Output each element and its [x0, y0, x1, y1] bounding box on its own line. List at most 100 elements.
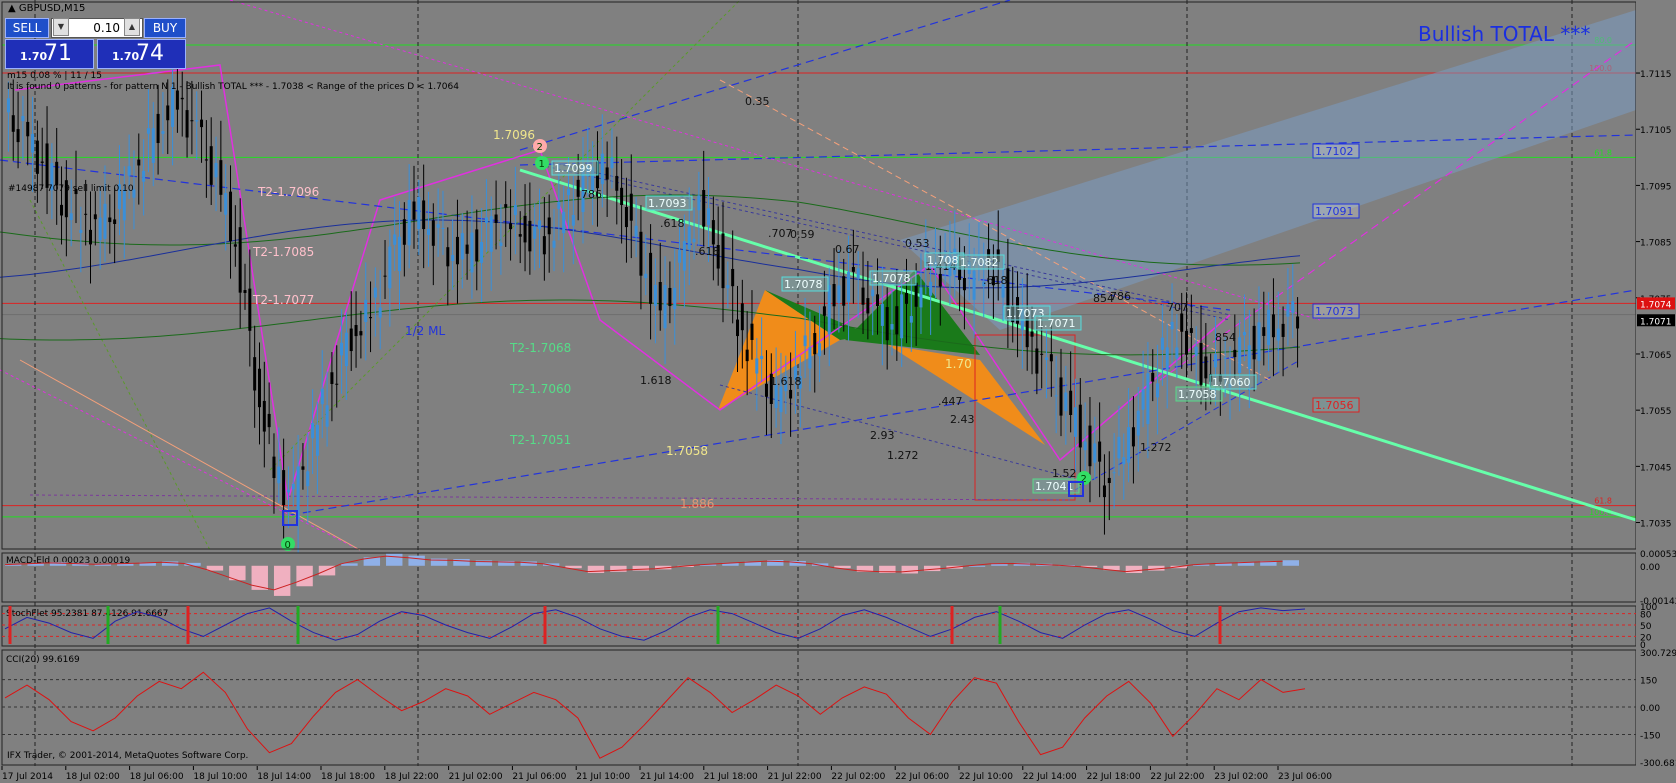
candle-body: [151, 128, 155, 163]
current-price-label: 1.7071: [1640, 317, 1672, 327]
lot-increase-arrow-icon[interactable]: ▲: [124, 18, 140, 36]
stoch-tick-label: 50: [1640, 622, 1652, 632]
copyright-text: IFX Trader, © 2001-2014, MetaQuotes Soft…: [7, 751, 249, 761]
pivot-marker-label: 1: [539, 159, 545, 170]
pattern-annotation: 786: [581, 188, 602, 201]
candle-body: [1242, 331, 1246, 336]
symbol-title: ▲ GBPUSD,M15: [8, 3, 86, 14]
candle-body: [649, 252, 653, 304]
price-tick-label: 1.7085: [1640, 239, 1672, 249]
candle-body: [1146, 373, 1150, 425]
candle-body: [1267, 309, 1271, 346]
candle-body: [1252, 325, 1256, 360]
candle-body: [750, 323, 754, 340]
candle-body: [644, 273, 648, 279]
time-tick-label: 23 Jul 02:00: [1214, 772, 1268, 782]
candle-body: [533, 226, 537, 239]
candle-body: [707, 208, 711, 225]
pattern-annotation: 0.59: [790, 228, 815, 241]
candle-body: [687, 226, 691, 250]
candle-body: [697, 195, 701, 211]
price-tick-label: 1.7115: [1640, 70, 1672, 80]
price-tick-label: 1.7035: [1640, 520, 1672, 530]
candle-body: [842, 276, 846, 306]
candle-body: [1223, 357, 1227, 359]
candle-body: [1112, 472, 1116, 474]
candle-body: [1233, 349, 1237, 358]
sell-price-box[interactable]: 1.70 71: [5, 39, 94, 69]
cci-tick-label: 300.7294: [1640, 649, 1676, 659]
sell-button[interactable]: SELL: [5, 18, 49, 38]
candle-body: [1045, 357, 1049, 360]
candle-body: [489, 216, 493, 252]
macd-bar: [408, 555, 425, 566]
candle-body: [1117, 436, 1121, 459]
price-tick-label: 1.7095: [1640, 182, 1672, 192]
pattern-annotation: 2.93: [870, 429, 895, 442]
candle-body: [171, 87, 175, 127]
pattern-annotation: 1.272: [1140, 441, 1172, 454]
time-tick-label: 21 Jul 02:00: [449, 772, 503, 782]
candle-body: [571, 215, 575, 226]
candle-body: [832, 283, 836, 307]
candle-body: [417, 196, 421, 229]
stoch-tick-label: 80: [1640, 611, 1652, 621]
candle-body: [653, 284, 657, 306]
macd-bar: [251, 565, 268, 590]
candle-body: [229, 191, 233, 242]
candle-body: [460, 233, 464, 260]
candle-body: [1238, 337, 1242, 374]
candle-body: [262, 400, 266, 432]
candle-body: [1030, 331, 1034, 337]
candle-body: [1073, 407, 1077, 437]
boxed-price-label: 1.7078: [872, 272, 911, 285]
candle-body: [1291, 301, 1295, 313]
candle-body: [69, 213, 73, 221]
candle-body: [1271, 314, 1275, 338]
candle-body: [774, 384, 778, 409]
candle-body: [499, 242, 503, 246]
candle-body: [248, 288, 252, 331]
buy-button[interactable]: BUY: [144, 18, 186, 38]
candle-body: [282, 470, 286, 506]
candle-body: [938, 273, 942, 287]
price-tick-label: 1.7065: [1640, 351, 1672, 361]
candle-body: [919, 287, 923, 308]
pattern-annotation: 0.53: [905, 237, 930, 250]
candle-body: [847, 271, 851, 302]
buy-price-box[interactable]: 1.70 74: [97, 39, 186, 69]
time-tick-label: 18 Jul 02:00: [66, 772, 120, 782]
candle-body: [880, 303, 884, 326]
candle-body: [702, 190, 706, 227]
cci-tick-label: 150: [1640, 677, 1657, 687]
candle-body: [137, 159, 141, 166]
candle-body: [238, 227, 242, 293]
candle-body: [373, 287, 377, 298]
candle-body: [475, 229, 479, 262]
macd-bar: [296, 565, 313, 587]
chart-area[interactable]: 80.0100.061.861.8100.0 1.7096T2-1.7096T2…: [0, 0, 1676, 783]
candle-body: [538, 220, 542, 229]
pattern-annotation: T2-1.7060: [509, 382, 571, 396]
candle-body: [1064, 392, 1068, 412]
candle-body: [233, 244, 237, 247]
candle-body: [895, 306, 899, 335]
pattern-annotation: 707: [1167, 301, 1188, 314]
price-tick-label: 1.7055: [1640, 407, 1672, 417]
pattern-annotation: .618: [660, 217, 685, 230]
candle-body: [484, 217, 488, 223]
candle-body: [1194, 346, 1198, 356]
candle-body: [55, 161, 59, 186]
time-tick-label: 23 Jul 06:00: [1278, 772, 1332, 782]
candle-body: [760, 355, 764, 360]
candle-body: [455, 236, 459, 265]
candle-body: [224, 193, 228, 215]
lot-decrease-arrow-icon[interactable]: ▼: [53, 18, 69, 36]
candle-body: [972, 270, 976, 300]
boxed-price-label: 1.7056: [1315, 399, 1354, 412]
pattern-annotation: T2-1.7068: [509, 341, 571, 355]
candle-body: [204, 159, 208, 161]
candle-body: [1136, 410, 1140, 436]
pending-order-label: #14987 7079 sell limit 0.10: [8, 184, 134, 194]
candle-body: [325, 405, 329, 427]
